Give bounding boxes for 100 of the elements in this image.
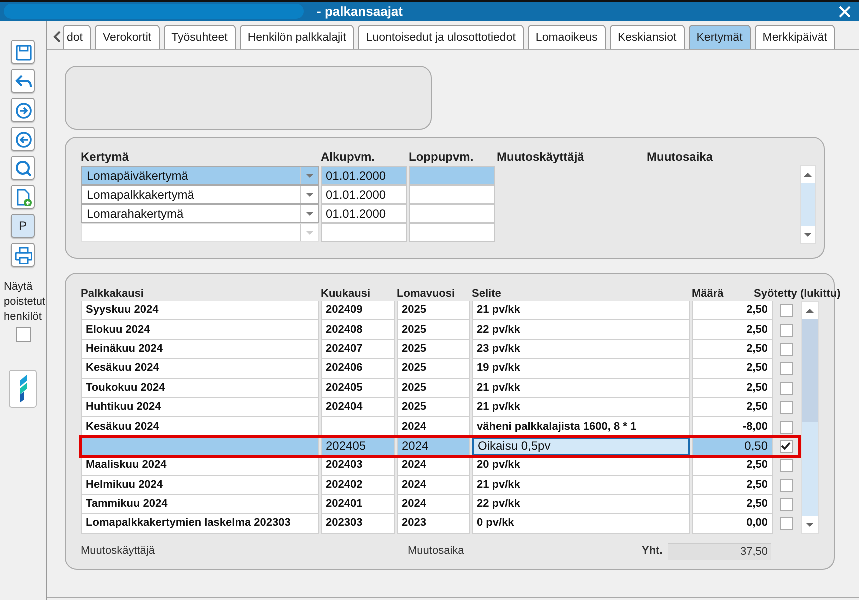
amount-cell: 2,50 <box>692 359 773 379</box>
undo-button[interactable] <box>11 69 35 93</box>
scroll-down-icon[interactable] <box>803 232 813 238</box>
print-icon <box>14 246 32 264</box>
chevron-left-icon[interactable] <box>52 31 62 43</box>
print-button[interactable] <box>11 243 35 267</box>
amount-cell: 2,50 <box>692 398 773 418</box>
description-cell[interactable]: 20 pv/kk <box>472 456 690 476</box>
column-header: Palkkakausi <box>81 287 145 301</box>
locked-checkbox[interactable] <box>780 517 792 530</box>
month-cell: 202409 <box>321 301 395 320</box>
year-cell: 2025 <box>397 320 470 340</box>
accrual-dropdown[interactable]: Lomapalkkakertymä <box>81 185 319 204</box>
year-cell: 2025 <box>397 340 470 360</box>
locked-checkbox[interactable] <box>780 498 792 512</box>
locked-checkbox[interactable] <box>780 478 792 492</box>
changed-by-label: Muutoskäyttäjä <box>81 545 156 557</box>
month-cell: 202406 <box>321 359 395 379</box>
period-cell: Toukokuu 2024 <box>81 378 319 398</box>
month-cell: 202403 <box>321 456 395 476</box>
month-cell: 202405 <box>321 378 395 398</box>
description-cell[interactable]: 22 pv/kk <box>472 494 690 514</box>
locked-checkbox[interactable] <box>780 459 792 472</box>
next-button[interactable] <box>11 98 35 122</box>
date-field[interactable] <box>321 223 407 242</box>
window-title: - palkansaajat <box>317 4 403 19</box>
date-field[interactable]: 01.01.2000 <box>321 166 407 185</box>
description-cell[interactable]: 21 pv/kk <box>472 378 690 398</box>
show-deleted-label: Näytä poistetut henkilöt <box>3 280 47 325</box>
tab[interactable]: Henkilön palkkalajit <box>240 25 354 49</box>
locked-checkbox[interactable] <box>780 382 792 395</box>
tab[interactable]: Verokortit <box>95 25 160 49</box>
column-header: Kertymä <box>81 149 130 165</box>
date-field[interactable] <box>409 185 495 204</box>
year-cell: 2024 <box>397 456 470 476</box>
column-header: Selite <box>472 287 502 301</box>
accrual-dropdown[interactable] <box>81 223 319 242</box>
scroll-up-icon[interactable] <box>803 172 813 178</box>
dropdown-arrow-icon[interactable] <box>304 192 314 198</box>
check-icon <box>781 442 791 450</box>
accrual-dropdown[interactable]: Lomapäiväkertymä <box>81 166 319 185</box>
locked-checkbox[interactable] <box>780 401 792 414</box>
date-field[interactable] <box>409 204 495 223</box>
dropdown-arrow-icon <box>304 230 314 236</box>
year-cell: 2024 <box>397 417 470 437</box>
date-field[interactable]: 01.01.2000 <box>321 204 407 223</box>
date-field[interactable] <box>409 223 495 242</box>
amount-cell: 2,50 <box>692 494 773 514</box>
description-cell[interactable]: 19 pv/kk <box>472 359 690 379</box>
amount-cell: 2,50 <box>692 378 773 398</box>
tab[interactable]: Työsuhteet <box>164 25 236 49</box>
locked-checkbox[interactable] <box>780 324 792 337</box>
locked-checkbox[interactable] <box>780 440 792 453</box>
period-cell: Syyskuu 2024 <box>81 301 319 320</box>
column-header: Muutoskäyttäjä <box>497 149 586 165</box>
tab[interactable]: Merkkipäivät <box>754 25 836 49</box>
tab[interactable]: dot <box>63 25 91 49</box>
period-cell: Huhtikuu 2024 <box>81 398 319 418</box>
description-cell[interactable]: 23 pv/kk <box>472 340 690 360</box>
tab[interactable]: Luontoisedut ja ulosottotiedot <box>358 25 524 49</box>
scroll-thumb[interactable] <box>802 319 818 422</box>
search-button[interactable] <box>11 156 35 180</box>
period-cell: Maaliskuu 2024 <box>81 456 319 476</box>
description-cell[interactable]: 22 pv/kk <box>472 320 690 340</box>
save-button[interactable] <box>11 40 35 64</box>
locked-checkbox[interactable] <box>780 362 792 376</box>
description-cell[interactable]: 21 pv/kk <box>472 476 690 495</box>
date-field[interactable] <box>409 166 495 185</box>
dropdown-arrow-icon[interactable] <box>304 172 314 178</box>
tab[interactable]: Lomaoikeus <box>528 25 606 49</box>
year-cell: 2024 <box>397 476 470 495</box>
locked-checkbox[interactable] <box>780 420 792 434</box>
accrual-dropdown[interactable]: Lomarahakertymä <box>81 204 319 223</box>
scrollbar[interactable] <box>801 301 819 534</box>
total-field: 37,50 <box>668 542 771 560</box>
description-cell[interactable]: 0 pv/kk <box>472 514 690 534</box>
scroll-up-icon[interactable] <box>805 308 815 314</box>
p-button[interactable]: P <box>11 214 35 238</box>
close-icon[interactable] <box>839 6 851 18</box>
locked-checkbox[interactable] <box>780 342 792 356</box>
period-cell: Elokuu 2024 <box>81 320 319 340</box>
period-cell: Kesäkuu 2024 <box>81 359 319 379</box>
locked-checkbox[interactable] <box>780 304 792 318</box>
previous-button[interactable] <box>11 127 35 151</box>
tab[interactable]: Kertymät <box>688 25 751 49</box>
amount-cell: 0,00 <box>692 514 773 534</box>
show-deleted-checkbox[interactable] <box>16 327 30 342</box>
dropdown-arrow-icon[interactable] <box>304 210 314 216</box>
date-field[interactable]: 01.01.2000 <box>321 185 407 204</box>
scrollbar[interactable] <box>800 165 816 244</box>
amount-cell: 2,50 <box>692 301 773 320</box>
tab[interactable]: Keskiansiot <box>610 25 685 49</box>
scroll-down-icon[interactable] <box>805 522 815 528</box>
arrow-left-icon <box>14 130 32 148</box>
description-cell[interactable]: 21 pv/kk <box>472 398 690 418</box>
description-cell[interactable]: väheni palkkalajista 1600, 8 * 1 <box>472 417 690 437</box>
amount-cell: -8,00 <box>692 417 773 437</box>
new-button[interactable] <box>11 185 35 209</box>
month-cell: 202402 <box>321 476 395 495</box>
description-cell[interactable]: 21 pv/kk <box>472 301 690 320</box>
